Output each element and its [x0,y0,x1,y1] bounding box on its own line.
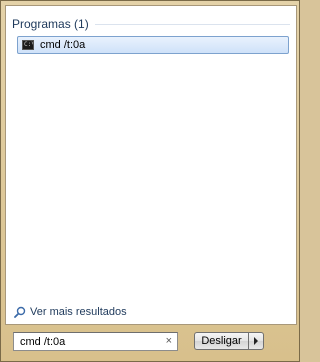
see-more-results-label: Ver mais resultados [30,306,127,318]
section-divider [94,24,290,25]
magnifier-icon [14,306,26,318]
search-results-panel: Programas (1) C:\ cmd /t:0a Ver mais res… [5,5,297,325]
result-item-cmd[interactable]: C:\ cmd /t:0a [17,36,289,54]
search-box: × [13,332,178,351]
see-more-results-link[interactable]: Ver mais resultados [14,306,127,318]
shutdown-button[interactable]: Desligar [194,332,248,350]
start-menu: Programas (1) C:\ cmd /t:0a Ver mais res… [0,0,300,362]
search-input[interactable] [14,333,160,350]
chevron-right-icon [254,337,258,345]
section-header-programs: Programas (1) [12,16,290,32]
power-options-button[interactable] [248,332,264,350]
section-title: Programas (1) [12,17,89,31]
cmd-icon: C:\ [22,40,34,50]
power-controls: Desligar [194,332,264,350]
result-item-label: cmd /t:0a [40,39,86,51]
clear-search-icon[interactable]: × [166,335,172,348]
